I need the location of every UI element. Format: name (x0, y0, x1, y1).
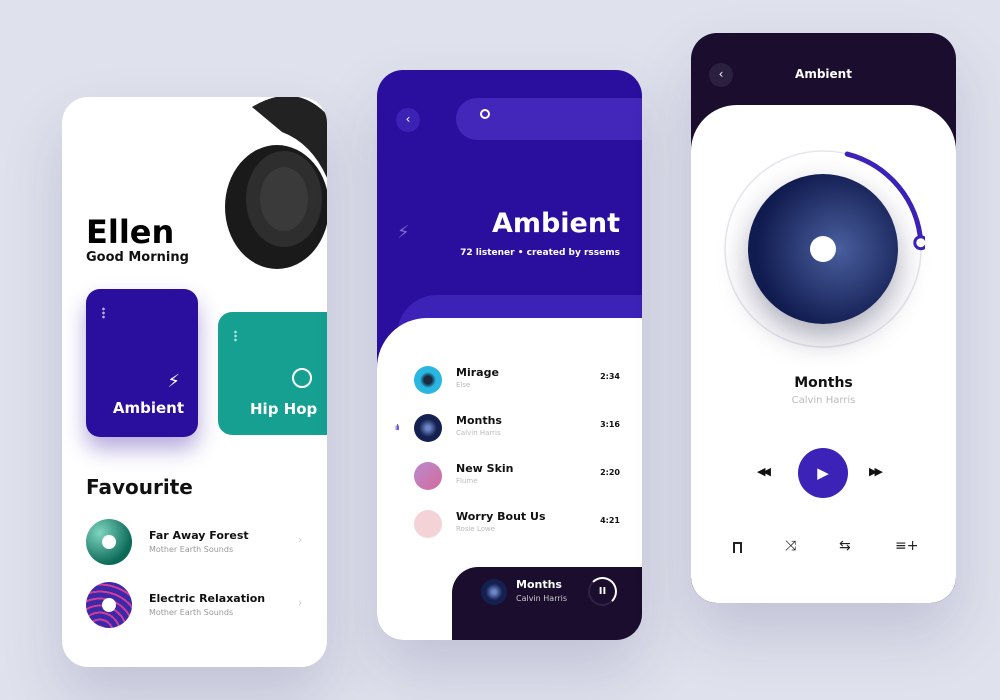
search-icon (480, 109, 490, 119)
player-card: Months Calvin Harris ◀◀ ▶ ▶▶ ⤨ ⇆ ≡+ (691, 105, 956, 603)
track-duration: 3:16 (600, 420, 620, 429)
lightning-icon: ⚡ (397, 222, 410, 243)
song-title: Months (794, 375, 853, 391)
favourite-title-text: Far Away Forest (149, 529, 249, 542)
track-thumb (414, 510, 442, 538)
favourite-artist: Mother Earth Sounds (149, 545, 234, 554)
favourite-title-text: Electric Relaxation (149, 592, 266, 605)
favourite-item[interactable]: Far Away Forest Mother Earth Sounds › (86, 519, 306, 565)
playlist-title: Ambient (491, 208, 620, 239)
genre-card-hip-hop[interactable]: Hip Hop (218, 312, 327, 435)
playlist-meta: 72 listener • created by rssems (460, 248, 620, 258)
album-art (86, 582, 132, 628)
genre-card-ambient[interactable]: ⚡ Ambient (86, 289, 198, 437)
disc-hole (810, 236, 836, 262)
track-title: Months (456, 414, 502, 427)
track-thumb (414, 462, 442, 490)
now-playing-artist: Calvin Harris (516, 594, 568, 603)
track-row[interactable]: New Skin Flume 2:20 (377, 458, 642, 498)
equalizer-icon: ılı (395, 423, 400, 432)
card-label: Ambient (112, 399, 184, 417)
track-artist: Flume (456, 477, 478, 485)
now-playing-title: Months (516, 578, 562, 591)
more-icon[interactable] (234, 330, 237, 342)
chevron-right-icon: › (298, 596, 303, 609)
track-row[interactable]: Worry Bout Us Rosie Lowe 4:21 (377, 506, 642, 546)
back-button[interactable]: ‹ (396, 108, 420, 132)
track-duration: 2:20 (600, 468, 620, 477)
user-name: Ellen (86, 213, 175, 251)
header-title: Ambient (795, 67, 852, 81)
track-duration: 2:34 (600, 372, 620, 381)
play-button[interactable]: ▶ (798, 448, 848, 498)
shuffle-icon[interactable]: ⤨ (785, 538, 796, 554)
track-artist: Calvin Harris (456, 429, 501, 437)
song-artist: Calvin Harris (791, 395, 856, 406)
track-artist: Rosie Lowe (456, 525, 496, 533)
headphones-image (225, 97, 327, 269)
track-thumb (414, 366, 442, 394)
track-duration: 4:21 (600, 516, 620, 525)
track-title: New Skin (456, 462, 514, 475)
track-row-playing[interactable]: ılı Months Calvin Harris 3:16 (377, 410, 642, 450)
more-icon[interactable] (102, 307, 105, 319)
greeting: Good Morning (86, 250, 189, 265)
track-artist: Else (456, 381, 471, 389)
track-title: Worry Bout Us (456, 510, 546, 523)
bookmark-icon[interactable] (733, 542, 742, 553)
pause-button[interactable]: II (588, 577, 617, 606)
repeat-icon[interactable]: ⇆ (839, 538, 851, 554)
album-disc (748, 174, 898, 324)
rewind-button[interactable]: ◀◀ (757, 465, 771, 478)
basketball-icon (292, 368, 312, 388)
track-title: Mirage (456, 366, 499, 379)
mini-player[interactable]: Months Calvin Harris II (452, 567, 642, 640)
player-screen: ‹ Ambient Months Calvin Harris ◀◀ ▶ ▶▶ ⤨… (691, 33, 956, 603)
card-label: Hip Hop (250, 400, 318, 418)
search-input[interactable] (456, 98, 642, 140)
album-art (86, 519, 132, 565)
playlist-screen: ‹ ⚡ Ambient 72 listener • created by rss… (377, 70, 642, 640)
now-playing-thumb (481, 579, 507, 605)
fast-forward-button[interactable]: ▶▶ (869, 465, 883, 478)
home-screen: Ellen Good Morning ⚡ Ambient Hip Hop Fav… (62, 97, 327, 667)
track-thumb (414, 414, 442, 442)
chevron-right-icon: › (298, 533, 303, 546)
lightning-icon: ⚡ (167, 371, 180, 392)
add-to-playlist-icon[interactable]: ≡+ (895, 538, 918, 554)
track-row[interactable]: Mirage Else 2:34 (377, 362, 642, 402)
favourite-title: Favourite (86, 475, 193, 499)
favourite-item[interactable]: Electric Relaxation Mother Earth Sounds … (86, 582, 306, 628)
favourite-artist: Mother Earth Sounds (149, 608, 234, 617)
